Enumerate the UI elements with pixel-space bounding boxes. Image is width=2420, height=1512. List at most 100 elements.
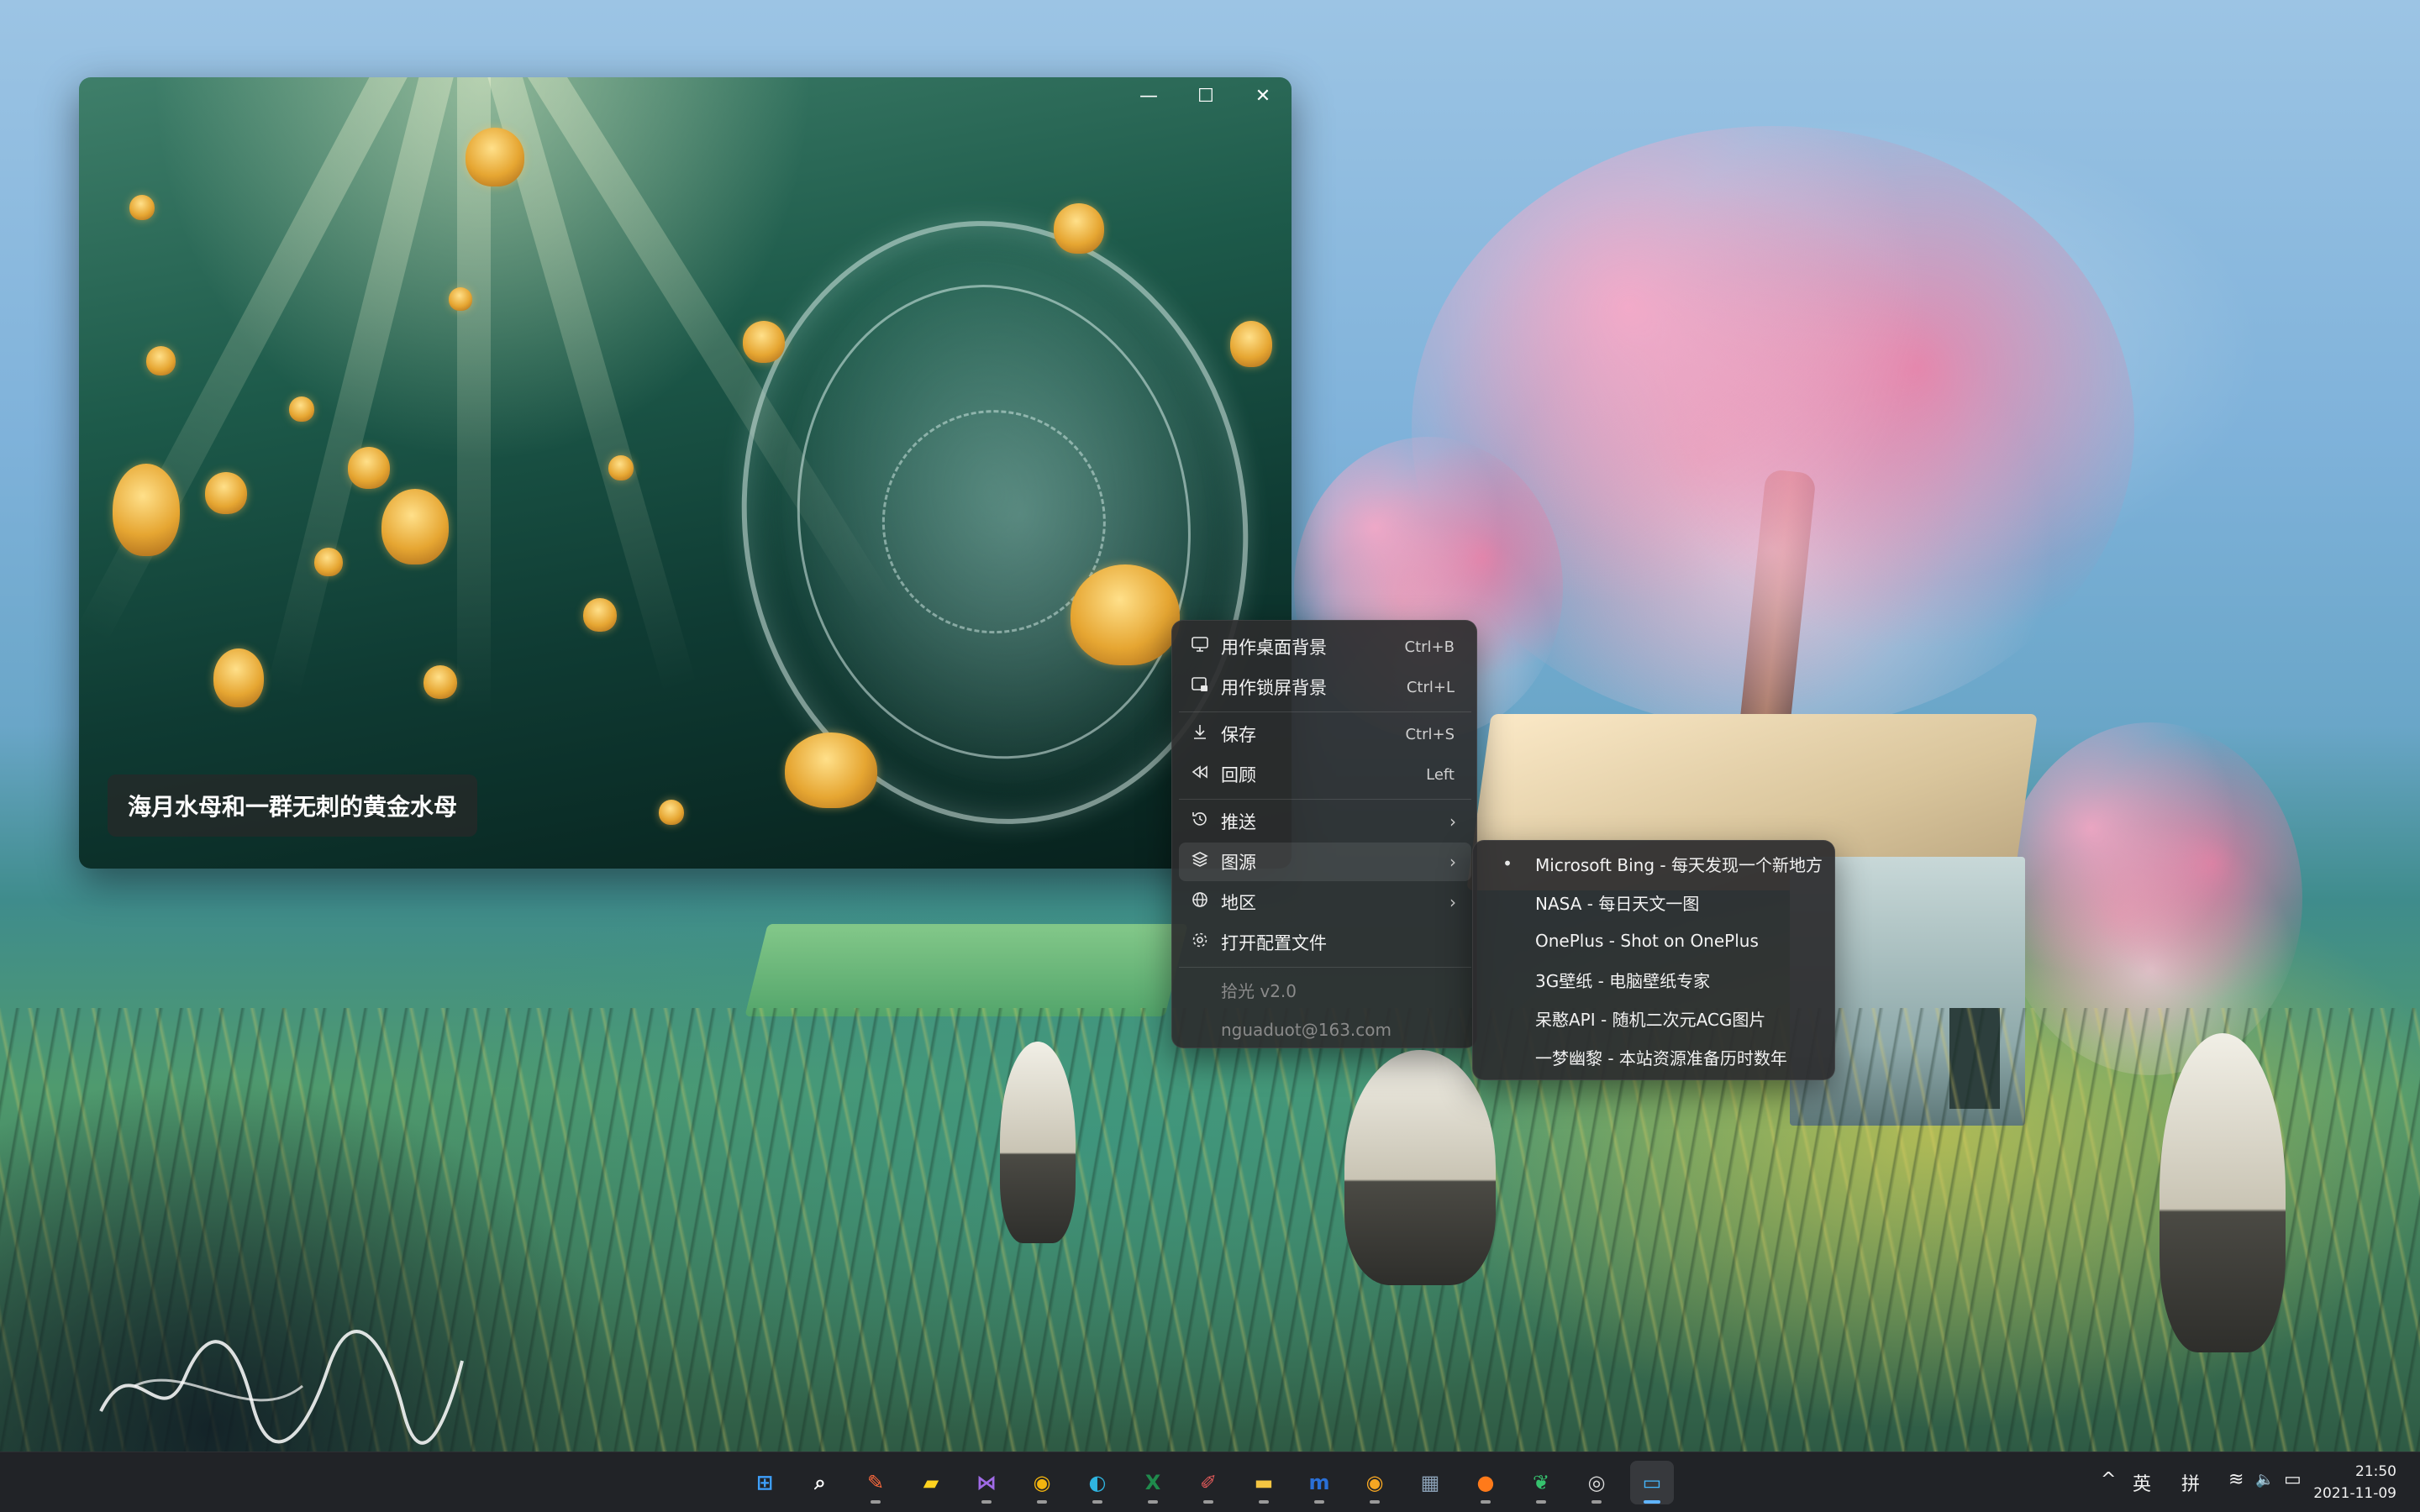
menu-item-set-desktop[interactable]: 用作桌面背景 Ctrl+B (1179, 627, 1471, 666)
volume-icon[interactable]: 🔈 (2255, 1471, 2274, 1488)
menu-item-push[interactable]: 推送 › (1179, 802, 1471, 841)
wallpaper-viewer-window[interactable]: — ☐ ✕ (79, 77, 1292, 869)
golden-jellyfish (289, 396, 314, 422)
light-ray (266, 77, 466, 700)
sticky-notes-icon: ▰ (923, 1471, 939, 1494)
system-clock[interactable]: 21:50 2021-11-09 (2313, 1461, 2396, 1504)
taskbar-app-button[interactable]: ▬ (1242, 1461, 1286, 1504)
cloaked-figure (2160, 1033, 2286, 1352)
taskbar-app-button[interactable]: ◎ (1575, 1461, 1618, 1504)
source-item-oneplus[interactable]: OnePlus - Shot on OnePlus (1480, 921, 1829, 960)
source-item-label: 呆憨API - 随机二次元ACG图片 (1535, 1009, 1766, 1030)
app-version-label: 拾光 v2.0 (1221, 980, 1297, 1001)
golden-jellyfish (146, 346, 176, 375)
taskbar-app-button[interactable]: ✎ (854, 1461, 897, 1504)
chevron-right-icon: › (1449, 852, 1456, 872)
golden-jellyfish (348, 447, 390, 489)
taskbar-app-button[interactable]: ✐ (1186, 1461, 1230, 1504)
source-item-label: OnePlus - Shot on OnePlus (1535, 931, 1759, 951)
fruit-app-icon: ● (1476, 1471, 1495, 1494)
menu-item-label: 用作锁屏背景 (1221, 678, 1327, 698)
file-explorer-icon: ▬ (1254, 1471, 1274, 1494)
menu-item-label: 保存 (1221, 725, 1256, 745)
chevron-right-icon: › (1449, 811, 1456, 832)
selected-dot-icon: • (1502, 853, 1512, 874)
golden-jellyfish (608, 455, 634, 480)
source-item-label: Microsoft Bing - 每天发现一个新地方 (1535, 854, 1823, 875)
language-indicator[interactable]: 英 (2133, 1469, 2151, 1496)
golden-jellyfish (129, 195, 155, 220)
menu-item-label: 推送 (1221, 812, 1256, 832)
taskbar-app-button[interactable]: ▦ (1408, 1461, 1452, 1504)
golden-jellyfish (424, 665, 457, 699)
taskbar-app-button[interactable]: ▰ (909, 1461, 953, 1504)
menu-item-label: 地区 (1221, 893, 1256, 913)
taskbar-app-button[interactable]: ❦ (1519, 1461, 1563, 1504)
calculator-icon: ▦ (1420, 1471, 1440, 1494)
source-item-label: 3G壁纸 - 电脑壁纸专家 (1535, 970, 1711, 991)
chevron-right-icon: › (1449, 892, 1456, 912)
window-controls: — ☐ ✕ (1120, 77, 1292, 114)
wifi-icon[interactable]: ≋ (2228, 1469, 2244, 1490)
chrome-icon: ◉ (1033, 1471, 1051, 1494)
taskbar-app-button[interactable]: ◉ (1353, 1461, 1397, 1504)
menu-item-shortcut: Ctrl+B (1404, 638, 1455, 656)
desktop-icon (1179, 635, 1221, 659)
menu-item-save[interactable]: 保存 Ctrl+S (1179, 715, 1471, 753)
taskbar: ⊞ ⌕ ✎ ▰ ⋈ ◉ ◐ X ✐ ▬ m ◉ ▦ ● ❦ ◎ ▭ ^ 英 拼 ≋ 🔈 ▭ 21:50 2021… (0, 1452, 2420, 1512)
taskbar-app-button[interactable]: ⋈ (965, 1461, 1008, 1504)
menu-item-review[interactable]: 回顾 Left (1179, 755, 1471, 794)
close-button[interactable]: ✕ (1234, 77, 1292, 114)
search-icon: ⌕ (814, 1471, 826, 1494)
menu-item-source[interactable]: 图源 › (1179, 843, 1471, 881)
source-item-label: NASA - 每日天文一图 (1535, 893, 1700, 914)
author-email[interactable]: nguaduot@163.com (1179, 1011, 1471, 1049)
golden-jellyfish (743, 321, 785, 363)
wallpaper-app-icon: ▭ (1642, 1471, 1662, 1494)
source-item-yimeng[interactable]: 一梦幽黎 - 本站资源准备历时数年 (1480, 1037, 1829, 1076)
source-item-nasa[interactable]: NASA - 每日天文一图 (1480, 883, 1829, 921)
taskbar-app-button[interactable]: ▭ (1630, 1461, 1674, 1504)
source-item-label: 一梦幽黎 - 本站资源准备历时数年 (1535, 1047, 1787, 1068)
visual-studio-icon: ⋈ (976, 1471, 997, 1494)
clock-date: 2021-11-09 (2313, 1485, 2396, 1502)
edge-icon: ◐ (1088, 1471, 1107, 1494)
menu-item-open-config[interactable]: 打开配置文件 (1179, 923, 1471, 962)
tray-overflow-chevron-icon[interactable]: ^ (2101, 1469, 2116, 1490)
taskbar-app-button[interactable]: ⌕ (798, 1461, 842, 1504)
taskbar-app-button[interactable]: ⊞ (743, 1461, 786, 1504)
chrome-canary-icon: ◉ (1365, 1471, 1384, 1494)
menu-item-label: 图源 (1221, 853, 1256, 873)
menu-item-shortcut: Left (1426, 765, 1455, 784)
source-item-daihan[interactable]: 呆憨API - 随机二次元ACG图片 (1480, 999, 1829, 1037)
taskbar-app-button[interactable]: m (1297, 1461, 1341, 1504)
menu-separator (1179, 799, 1471, 800)
m-app-icon: m (1308, 1471, 1330, 1494)
download-icon (1179, 722, 1221, 746)
source-item-3g[interactable]: 3G壁纸 - 电脑壁纸专家 (1480, 960, 1829, 999)
source-item-bing[interactable]: • Microsoft Bing - 每天发现一个新地方 (1480, 844, 1829, 883)
menu-item-label: 回顾 (1221, 765, 1256, 785)
globe-icon (1179, 890, 1221, 914)
source-submenu: • Microsoft Bing - 每天发现一个新地方 NASA - 每日天文… (1472, 840, 1835, 1080)
golden-jellyfish (583, 598, 617, 632)
taskbar-app-button[interactable]: X (1131, 1461, 1175, 1504)
minimize-button[interactable]: — (1120, 77, 1177, 114)
golden-jellyfish (449, 287, 472, 311)
menu-item-label: 打开配置文件 (1221, 933, 1327, 953)
battery-icon[interactable]: ▭ (2284, 1469, 2302, 1490)
golden-jellyfish (1230, 321, 1272, 367)
menu-separator (1179, 967, 1471, 968)
cloaked-figure (1344, 1050, 1496, 1285)
excel-icon: X (1144, 1471, 1161, 1494)
golden-jellyfish (659, 800, 684, 825)
taskbar-app-button[interactable]: ◉ (1020, 1461, 1064, 1504)
menu-item-region[interactable]: 地区 › (1179, 883, 1471, 921)
golden-jellyfish (1071, 564, 1180, 665)
taskbar-app-button[interactable]: ● (1464, 1461, 1507, 1504)
ime-indicator[interactable]: 拼 (2181, 1469, 2200, 1496)
menu-item-set-lockscreen[interactable]: 用作锁屏背景 Ctrl+L (1179, 668, 1471, 706)
maximize-button[interactable]: ☐ (1177, 77, 1234, 114)
draw-app-icon: ✎ (866, 1471, 885, 1494)
taskbar-app-button[interactable]: ◐ (1076, 1461, 1119, 1504)
